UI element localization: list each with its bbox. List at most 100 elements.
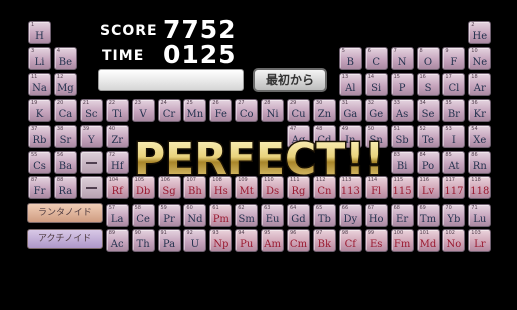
element-tile-yb[interactable]: 70 Yb bbox=[442, 203, 466, 227]
element-tile-po[interactable]: 84 Po bbox=[416, 150, 440, 174]
element-tile-rb[interactable]: 37 Rb bbox=[28, 124, 51, 148]
element-tile-mn[interactable]: 25 Mn bbox=[183, 98, 207, 122]
element-tile-ga[interactable]: 31 Ga bbox=[338, 98, 362, 122]
element-tile-he[interactable]: 2 He bbox=[468, 21, 492, 44]
restart-button[interactable]: 最初から bbox=[253, 68, 327, 92]
element-tile-b[interactable]: 5B bbox=[338, 46, 362, 70]
element-tile-rn[interactable]: 86 Rn bbox=[468, 150, 492, 174]
element-tile-gd[interactable]: 64 Gd bbox=[287, 203, 310, 227]
element-tile-na[interactable]: 11 Na bbox=[28, 72, 51, 96]
element-tile-cl[interactable]: 17 Cl bbox=[442, 72, 466, 96]
element-tile-kr[interactable]: 36 Kr bbox=[468, 98, 492, 122]
element-tile-tm[interactable]: 69 Tm bbox=[416, 203, 440, 227]
element-tile-zr[interactable]: 40 Zr bbox=[105, 124, 129, 148]
element-tile-ar[interactable]: 18 Ar bbox=[468, 72, 492, 96]
element-tile-n[interactable]: 7N bbox=[390, 46, 414, 70]
element-tile-th[interactable]: 90 Th bbox=[131, 229, 155, 253]
element-tile-er[interactable]: 68 Er bbox=[390, 203, 414, 227]
element-tile-ge[interactable]: 32 Ge bbox=[364, 98, 388, 122]
element-tile-no[interactable]: 102 No bbox=[442, 229, 466, 253]
element-number: 54 bbox=[471, 125, 478, 132]
element-tile-eu[interactable]: 63 Eu bbox=[261, 203, 285, 227]
element-number: 27 bbox=[238, 99, 245, 106]
element-tile-bk[interactable]: 97 Bk bbox=[312, 229, 336, 253]
element-tile-zn[interactable]: 30 Zn bbox=[312, 98, 336, 122]
element-tile-fe[interactable]: 26 Fe bbox=[209, 98, 233, 122]
element-tile-mg[interactable]: 12 Mg bbox=[53, 72, 77, 96]
element-tile-xe[interactable]: 54 Xe bbox=[468, 124, 492, 148]
element-tile-bi[interactable]: 83 Bi bbox=[390, 150, 414, 174]
element-tile-ce[interactable]: 58 Ce bbox=[131, 203, 155, 227]
element-symbol: Pu bbox=[240, 239, 254, 251]
element-tile-np[interactable]: 93 Np bbox=[209, 229, 233, 253]
element-tile-br[interactable]: 35 Br bbox=[442, 98, 466, 122]
element-tile-pa[interactable]: 91 Pa bbox=[157, 229, 181, 253]
element-tile-es[interactable]: 99 Es bbox=[364, 229, 388, 253]
element-symbol: Po bbox=[421, 160, 435, 172]
element-tile-be[interactable]: 4 Be bbox=[53, 46, 77, 70]
element-tile-te[interactable]: 52 Te bbox=[416, 124, 440, 148]
element-tile-at[interactable]: 85 At bbox=[442, 150, 466, 174]
element-tile-i[interactable]: 53 I bbox=[442, 124, 466, 148]
element-tile-118[interactable]: 118 118 bbox=[468, 176, 492, 200]
element-tile-ni[interactable]: 28 Ni bbox=[261, 98, 285, 122]
element-tile-cr[interactable]: 24 Cr bbox=[157, 98, 181, 122]
element-tile-sc[interactable]: 21 Sc bbox=[79, 98, 103, 122]
element-tile-am[interactable]: 95 Am bbox=[261, 229, 285, 253]
element-tile-cm[interactable]: 96 Cm bbox=[287, 229, 310, 253]
element-symbol: Pa bbox=[162, 239, 176, 251]
element-tile-u[interactable]: 92 U bbox=[183, 229, 207, 253]
element-number: 59 bbox=[160, 204, 167, 211]
element-tile-pr[interactable]: 59 Pr bbox=[157, 203, 181, 227]
answer-input[interactable] bbox=[98, 69, 244, 91]
element-symbol: Gd bbox=[291, 213, 306, 225]
element-tile-ho[interactable]: 67 Ho bbox=[364, 203, 388, 227]
element-tile-sb[interactable]: 51 Sb bbox=[390, 124, 414, 148]
element-tile-ac[interactable]: 89 Ac bbox=[105, 229, 129, 253]
element-tile-si[interactable]: 14 Si bbox=[364, 72, 388, 96]
element-tile-pu[interactable]: 94 Pu bbox=[235, 229, 259, 253]
element-tile-al[interactable]: 13 Al bbox=[338, 72, 362, 96]
element-tile-sm[interactable]: 62 Sm bbox=[235, 203, 259, 227]
element-tile-as[interactable]: 33 As bbox=[390, 98, 414, 122]
element-tile-li[interactable]: 3 Li bbox=[28, 46, 51, 70]
element-tile-lr[interactable]: 103 Lr bbox=[468, 229, 492, 253]
element-tile-ti[interactable]: 22 Ti bbox=[105, 98, 129, 122]
element-tile-lv[interactable]: 116 Lv bbox=[416, 176, 440, 200]
element-tile-y[interactable]: 39 Y bbox=[79, 124, 103, 148]
element-tile-nd[interactable]: 60 Nd bbox=[183, 203, 207, 227]
element-tile-pm[interactable]: 61 Pm bbox=[209, 203, 233, 227]
element-tile-cs[interactable]: 55 Cs bbox=[28, 150, 51, 174]
element-tile-cu[interactable]: 29 Cu bbox=[287, 98, 310, 122]
element-tile-sr[interactable]: 38 Sr bbox=[53, 124, 77, 148]
element-tile-p[interactable]: 15 P bbox=[390, 72, 414, 96]
element-tile-co[interactable]: 27 Co bbox=[235, 98, 259, 122]
element-tile-ne[interactable]: 10 Ne bbox=[468, 46, 492, 70]
element-tile-lu[interactable]: 71 Lu bbox=[468, 203, 492, 227]
element-tile-h[interactable]: 1H bbox=[28, 21, 51, 44]
element-tile-tb[interactable]: 65 Tb bbox=[312, 203, 336, 227]
element-tile-dy[interactable]: 66 Dy bbox=[338, 203, 362, 227]
element-tile-115[interactable]: 115 115 bbox=[390, 176, 414, 200]
element-tile-hf[interactable]: 72 Hf bbox=[105, 150, 129, 174]
element-tile-f[interactable]: 9F bbox=[442, 46, 466, 70]
element-tile-c[interactable]: 6C bbox=[364, 46, 388, 70]
element-symbol: Al bbox=[345, 82, 356, 94]
element-tile-ca[interactable]: 20 Ca bbox=[53, 98, 77, 122]
element-tile-se[interactable]: 34 Se bbox=[416, 98, 440, 122]
element-tile-cf[interactable]: 98 Cf bbox=[338, 229, 362, 253]
element-tile-s[interactable]: 16 S bbox=[416, 72, 440, 96]
element-tile-fr[interactable]: 87 Fr bbox=[28, 176, 51, 200]
element-tile-la[interactable]: 57 La bbox=[105, 203, 129, 227]
element-tile-117[interactable]: 117 117 bbox=[442, 176, 466, 200]
element-symbol: Cn bbox=[317, 186, 332, 198]
element-tile-md[interactable]: 101 Md bbox=[416, 229, 440, 253]
element-tile-ba[interactable]: 56 Ba bbox=[53, 150, 77, 174]
element-number: 93 bbox=[212, 230, 219, 237]
element-tile-k[interactable]: 19 K bbox=[28, 98, 51, 122]
element-tile-v[interactable]: 23 V bbox=[131, 98, 155, 122]
element-tile-ra[interactable]: 88 Ra bbox=[53, 176, 77, 200]
element-tile-o[interactable]: 8O bbox=[416, 46, 440, 70]
element-tile-rf[interactable]: 104 Rf bbox=[105, 176, 129, 200]
element-tile-fm[interactable]: 100 Fm bbox=[390, 229, 414, 253]
